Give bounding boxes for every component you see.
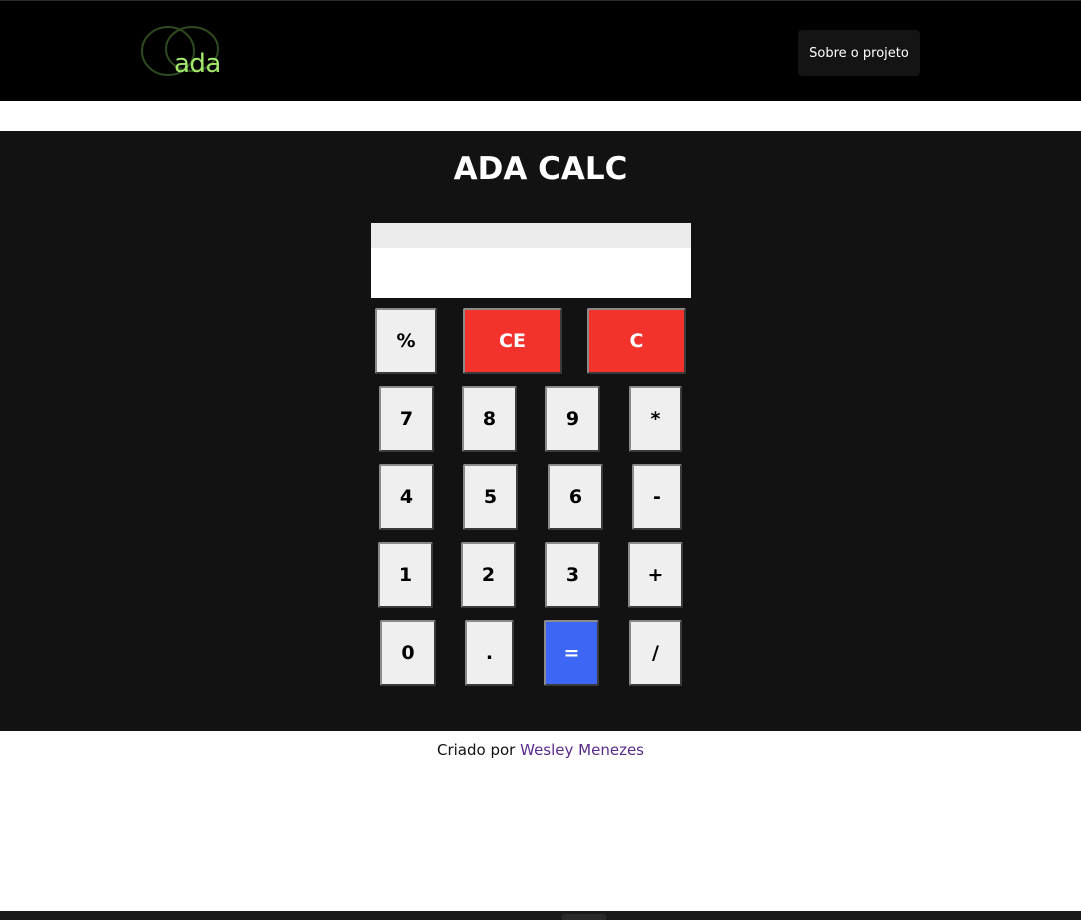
calculator-section: ADA CALC % CE C 7 8 9 * 4 5 6 - 1 2 3 + … [0,131,1081,731]
footer-credit: Criado por Wesley Menezes [0,740,1081,760]
digit-7-button[interactable]: 7 [379,386,434,452]
author-link[interactable]: Wesley Menezes [520,741,644,759]
about-project-button[interactable]: Sobre o projeto [798,30,920,76]
digit-1-button[interactable]: 1 [378,542,433,608]
bottom-bar [0,911,1081,920]
divide-button[interactable]: / [629,620,682,686]
digit-3-button[interactable]: 3 [545,542,600,608]
digit-4-button[interactable]: 4 [379,464,434,530]
current-operand [371,248,691,298]
top-navbar: ada Sobre o projeto [0,0,1081,101]
digit-6-button[interactable]: 6 [548,464,603,530]
plus-button[interactable]: + [628,542,683,608]
equals-button[interactable]: = [544,620,599,686]
clear-button[interactable]: C [587,308,686,374]
previous-operand [371,223,691,248]
digit-2-button[interactable]: 2 [461,542,516,608]
page-title: ADA CALC [453,151,628,187]
calculator-display [371,223,691,298]
logo-text: ada [174,49,221,79]
digit-8-button[interactable]: 8 [462,386,517,452]
ada-logo[interactable]: ada [140,23,235,83]
percent-button[interactable]: % [375,308,437,374]
credit-prefix: Criado por [437,741,516,759]
minus-button[interactable]: - [632,464,682,530]
digit-5-button[interactable]: 5 [463,464,518,530]
multiply-button[interactable]: * [629,386,682,452]
decimal-point-button[interactable]: . [465,620,514,686]
digit-9-button[interactable]: 9 [545,386,600,452]
digit-0-button[interactable]: 0 [380,620,436,686]
clear-entry-button[interactable]: CE [463,308,562,374]
bottom-bar-handle [562,914,606,920]
